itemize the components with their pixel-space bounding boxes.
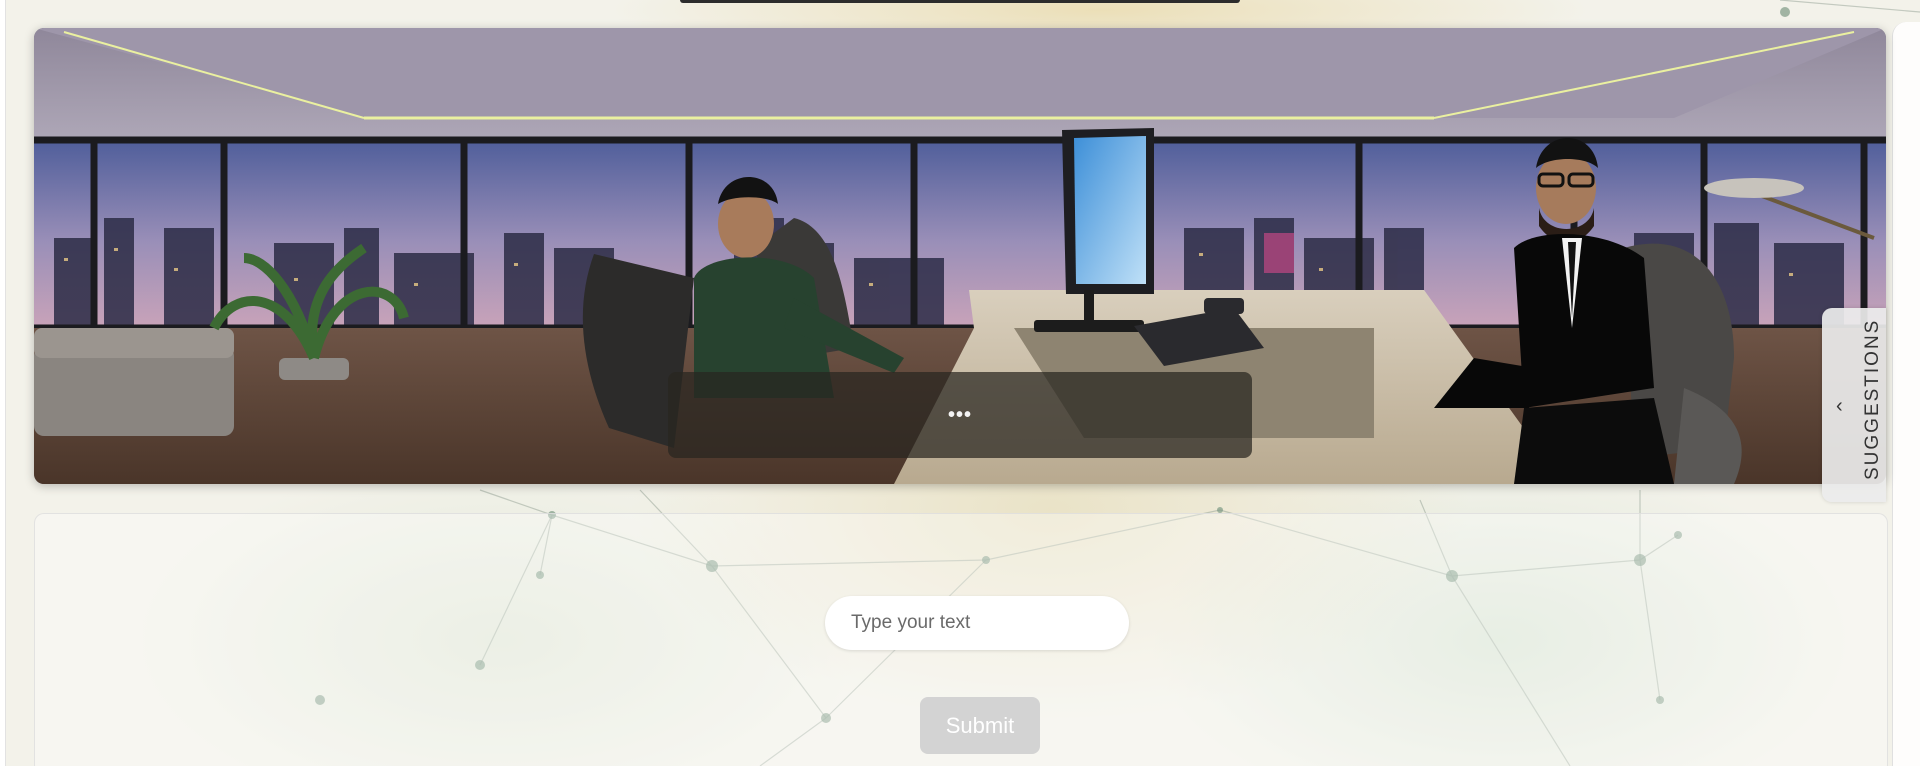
typing-indicator: ••• [947, 404, 972, 426]
top-panel-edge [680, 0, 1240, 3]
virtual-office-scene: ••• [34, 28, 1886, 484]
message-input[interactable] [825, 596, 1129, 650]
right-edge-panel [1892, 22, 1920, 766]
dialogue-caption: ••• [668, 372, 1252, 458]
chevron-left-icon: ‹ [1836, 395, 1843, 417]
suggestions-tab[interactable]: ‹ SUGGESTIONS [1822, 308, 1886, 502]
suggestions-label: SUGGESTIONS [1862, 318, 1883, 480]
left-edge-panel [0, 0, 6, 766]
submit-button[interactable]: Submit [920, 697, 1040, 754]
